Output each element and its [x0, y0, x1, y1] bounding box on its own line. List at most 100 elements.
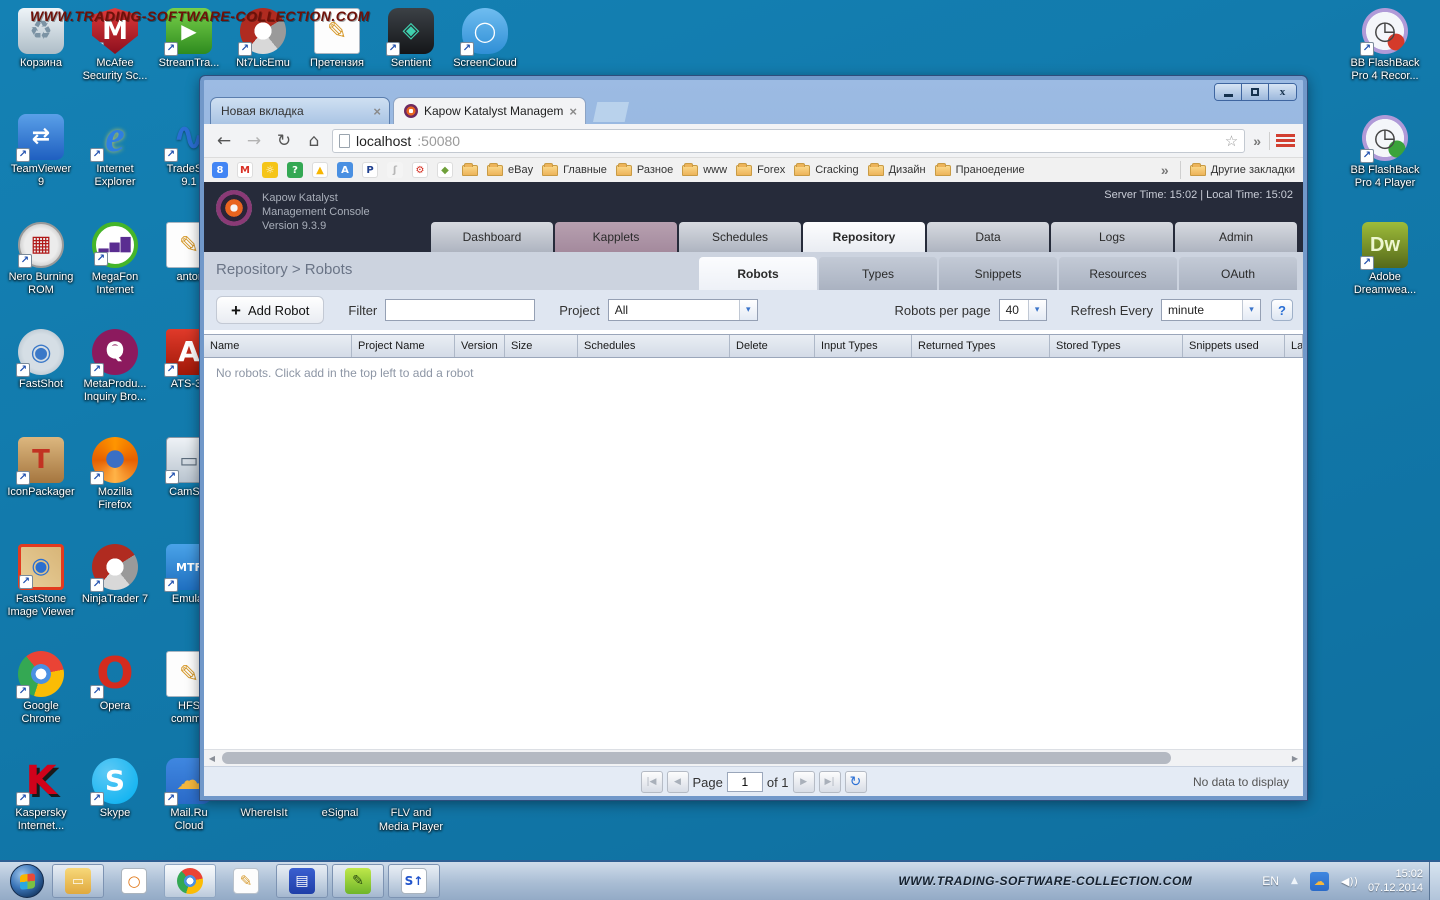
- desktop-icon-streamtra[interactable]: ▶↗StreamTra...: [152, 8, 226, 70]
- language-indicator[interactable]: EN: [1262, 874, 1279, 888]
- url-input[interactable]: localhost :50080 ☆: [332, 129, 1245, 153]
- maximize-button[interactable]: [1242, 84, 1269, 100]
- per-page-select[interactable]: 40 ▾: [999, 299, 1047, 321]
- scroll-right-arrow[interactable]: ▶: [1287, 750, 1303, 766]
- tab-logs[interactable]: Logs: [1051, 222, 1173, 252]
- prev-page-button[interactable]: ◀: [666, 771, 688, 793]
- column-header-schedules[interactable]: Schedules: [578, 335, 730, 357]
- desktop-icon-bb-flashback-player[interactable]: ◷↗BB FlashBackPro 4 Player: [1348, 115, 1422, 190]
- taskbar-button-floppy-app[interactable]: ▤: [276, 864, 328, 898]
- tab-admin[interactable]: Admin: [1175, 222, 1297, 252]
- desktop-icon-adobe-dreamweaver[interactable]: Dw↗AdobeDreamwea...: [1348, 222, 1422, 297]
- mailru-cloud-tray-icon[interactable]: ☁: [1310, 872, 1329, 891]
- window-titlebar[interactable]: Новая вкладка×Kapow Katalyst Managem× x: [204, 80, 1303, 124]
- desktop-icon-metaproducts-inquiry[interactable]: Q↗MetaProdu...Inquiry Bro...: [78, 329, 152, 404]
- bookmark-google[interactable]: 8: [212, 162, 228, 178]
- bookmark-folder-icon[interactable]: [462, 165, 478, 176]
- column-header-name[interactable]: Name: [204, 335, 352, 357]
- taskbar-button-strokeit[interactable]: S↑: [388, 864, 440, 898]
- bookmark-gear[interactable]: ⚙: [412, 162, 428, 178]
- taskbar-button-notepad-plus[interactable]: ✎: [332, 864, 384, 898]
- desktop-icon-mcafee[interactable]: M↗McAfeeSecurity Sc...: [78, 8, 152, 83]
- close-button[interactable]: x: [1269, 84, 1296, 100]
- refresh-every-select[interactable]: minute ▾: [1161, 299, 1261, 321]
- bookmark-folder-forex[interactable]: Forex: [736, 164, 785, 176]
- desktop-icon-pretenziya[interactable]: ✎Претензия: [300, 8, 374, 70]
- desktop-icon-iconpackager[interactable]: T↗IconPackager: [4, 437, 78, 499]
- bookmarks-overflow-button[interactable]: »: [1159, 162, 1171, 178]
- desktop-icon-opera[interactable]: O↗Opera: [78, 651, 152, 713]
- subtab-robots[interactable]: Robots: [699, 257, 817, 290]
- tab-dashboard[interactable]: Dashboard: [431, 222, 553, 252]
- desktop-icon-ninjatrader-7[interactable]: ↗NinjaTrader 7: [78, 544, 152, 606]
- desktop-icon-sentient-trader[interactable]: ◈↗Sentient: [374, 8, 448, 70]
- minimize-button[interactable]: [1215, 84, 1242, 100]
- desktop-icon-megafon-internet[interactable]: ▂▅█↗MegaFonInternet: [78, 222, 152, 297]
- desktop-icon-fastshot[interactable]: ◉↗FastShot: [4, 329, 78, 391]
- bookmark-lightbulb[interactable]: ☼: [262, 162, 278, 178]
- desktop-icon-teamviewer-9[interactable]: ⇄↗TeamViewer9: [4, 114, 78, 189]
- taskbar-button-search-doc[interactable]: ○: [108, 864, 160, 898]
- taskbar-button-notepad[interactable]: ✎: [220, 864, 272, 898]
- tab-schedules[interactable]: Schedules: [679, 222, 801, 252]
- column-header-stored-types[interactable]: Stored Types: [1050, 335, 1183, 357]
- bookmark-google-drive[interactable]: ▲: [312, 162, 328, 178]
- tab-kapplets[interactable]: Kapplets: [555, 222, 677, 252]
- home-button[interactable]: ⌂: [302, 129, 326, 153]
- bookmark-help[interactable]: ?: [287, 162, 303, 178]
- desktop-icon-nt7licemu[interactable]: ↗Nt7LicEmu: [226, 8, 300, 70]
- bookmark-folder-разное[interactable]: Разное: [616, 164, 673, 176]
- project-select[interactable]: All ▾: [608, 299, 758, 321]
- column-header-returned-types[interactable]: Returned Types: [912, 335, 1050, 357]
- desktop-icon-mozilla-firefox[interactable]: ↗MozillaFirefox: [78, 437, 152, 512]
- tray-clock[interactable]: 15:02 07.12.2014: [1368, 867, 1423, 895]
- tray-expand-icon[interactable]: ▲: [1291, 876, 1298, 886]
- bookmark-gmail[interactable]: M: [237, 162, 253, 178]
- desktop-icon-bb-flashback-recorder[interactable]: ◷↗BB FlashBackPro 4 Recor...: [1348, 8, 1422, 83]
- help-button[interactable]: ?: [1271, 299, 1293, 321]
- chrome-menu-icon[interactable]: [1276, 134, 1295, 147]
- desktop-icon-google-chrome[interactable]: ↗GoogleChrome: [4, 651, 78, 726]
- taskbar-button-explorer[interactable]: ▭: [52, 864, 104, 898]
- desktop-icon-kaspersky[interactable]: K↗KasperskyInternet...: [4, 758, 78, 833]
- desktop-icon-whereisit[interactable]: WhereIsIt: [222, 806, 306, 820]
- column-header-snippets-used[interactable]: Snippets used: [1183, 335, 1285, 357]
- browser-tab-2[interactable]: Kapow Katalyst Managem×: [393, 97, 586, 124]
- bookmark-folder-cracking[interactable]: Cracking: [794, 164, 858, 176]
- other-bookmarks-button[interactable]: Другие закладки: [1190, 164, 1295, 176]
- new-tab-button[interactable]: [593, 102, 629, 122]
- bookmark-feather[interactable]: ʃ: [387, 162, 403, 178]
- desktop-icon-nero-burning-rom[interactable]: ▦↗Nero BurningROM: [4, 222, 78, 297]
- desktop-icon-flv-media-player[interactable]: FLV andMedia Player: [356, 806, 466, 834]
- reload-button[interactable]: ↻: [272, 129, 296, 153]
- taskbar-button-chrome[interactable]: [164, 864, 216, 898]
- tab-data[interactable]: Data: [927, 222, 1049, 252]
- column-header-version[interactable]: Version: [455, 335, 505, 357]
- bookmark-folder-дизайн[interactable]: Дизайн: [868, 164, 926, 176]
- subtab-resources[interactable]: Resources: [1059, 257, 1177, 290]
- extensions-overflow-button[interactable]: »: [1251, 133, 1263, 149]
- column-header-delete[interactable]: Delete: [730, 335, 815, 357]
- forward-button[interactable]: →: [242, 129, 266, 153]
- scroll-left-arrow[interactable]: ◀: [204, 750, 220, 766]
- bookmark-folder-праноедение[interactable]: Праноедение: [935, 164, 1025, 176]
- subtab-oauth[interactable]: OAuth: [1179, 257, 1297, 290]
- bookmark-star-icon[interactable]: ☆: [1225, 132, 1238, 150]
- tab-close-icon[interactable]: ×: [569, 104, 577, 119]
- bookmark-folder-главные[interactable]: Главные: [542, 164, 607, 176]
- add-robot-button[interactable]: + Add Robot: [216, 296, 324, 324]
- show-desktop-button[interactable]: [1429, 862, 1440, 900]
- filter-input[interactable]: [385, 299, 535, 321]
- browser-tab-1[interactable]: Новая вкладка×: [210, 97, 390, 124]
- bookmark-paypal[interactable]: P: [362, 162, 378, 178]
- subtab-types[interactable]: Types: [819, 257, 937, 290]
- refresh-button[interactable]: ↻: [845, 771, 867, 793]
- volume-icon[interactable]: ◀)): [1341, 875, 1358, 888]
- column-header-las[interactable]: Las: [1285, 335, 1303, 357]
- bookmark-plugin[interactable]: ◆: [437, 162, 453, 178]
- start-button[interactable]: [10, 864, 44, 898]
- first-page-button[interactable]: |◀: [640, 771, 662, 793]
- bookmark-folder-ebay[interactable]: eBay: [487, 164, 533, 176]
- tab-repository[interactable]: Repository: [803, 222, 925, 252]
- last-page-button[interactable]: ▶|: [819, 771, 841, 793]
